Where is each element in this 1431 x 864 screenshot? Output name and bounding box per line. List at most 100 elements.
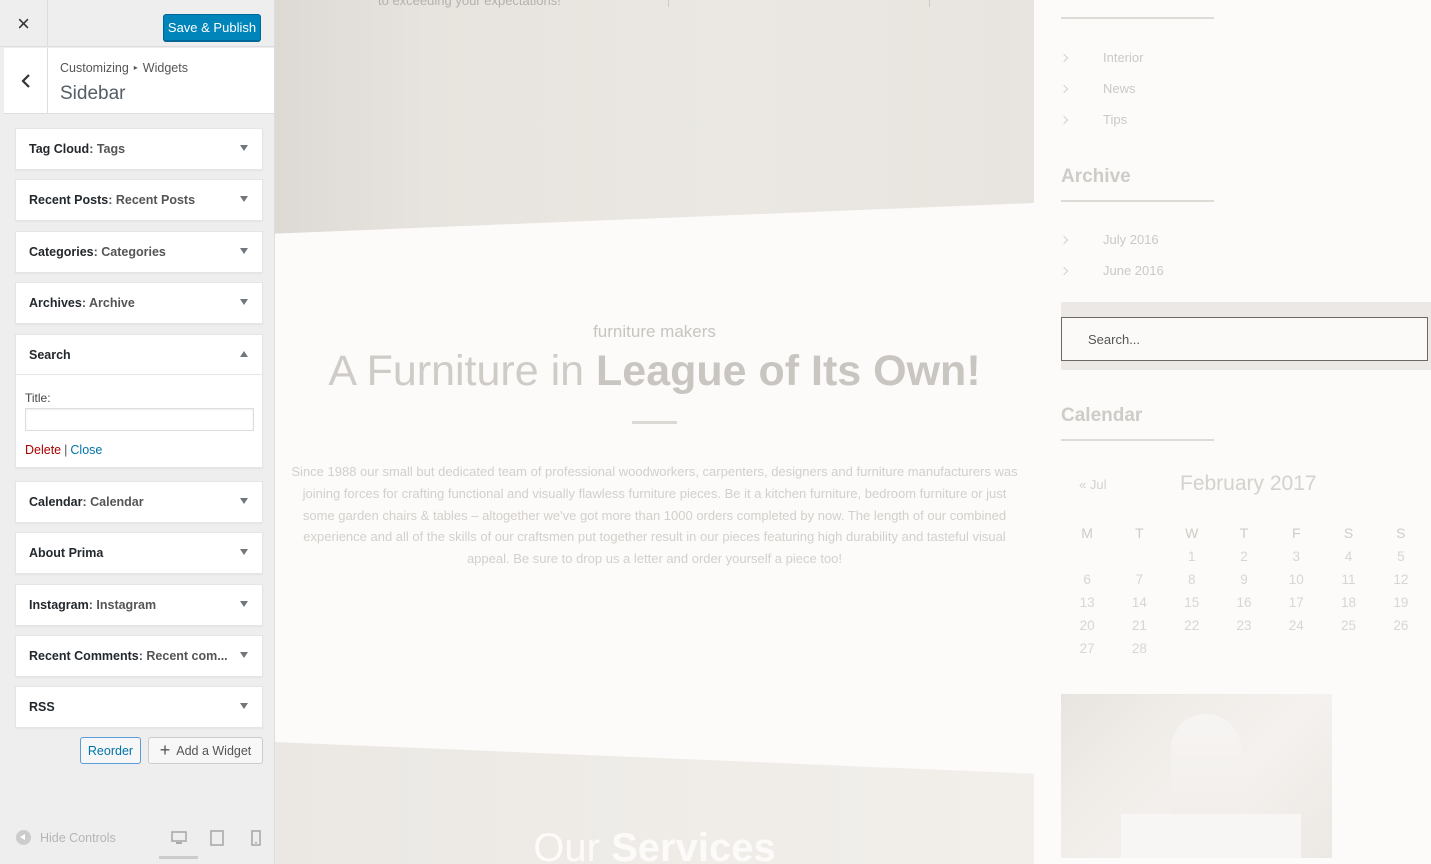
calendar-prev-link[interactable]: « Jul xyxy=(1079,477,1106,492)
save-publish-button[interactable]: Save & Publish xyxy=(163,14,261,41)
hero-background xyxy=(275,0,1034,234)
hide-controls-label: Hide Controls xyxy=(40,830,116,845)
section-pretitle: furniture makers xyxy=(593,322,716,341)
delete-link[interactable]: Delete xyxy=(25,443,61,457)
day xyxy=(1113,545,1165,568)
widget-instagram[interactable]: Instagram: Instagram xyxy=(15,584,263,626)
calendar-grid: M T W T F S S 12345 6 7 8 9 10 11 12 13 14 15 16 1… xyxy=(1061,520,1427,660)
day: 26 xyxy=(1393,618,1409,633)
day: 8 xyxy=(1187,572,1196,587)
chevron-right-icon xyxy=(1059,235,1069,244)
widget-header[interactable]: About Prima xyxy=(16,533,262,573)
day xyxy=(1061,545,1113,568)
widget-header[interactable]: Instagram: Instagram xyxy=(16,585,262,625)
widget-about-prima[interactable]: About Prima xyxy=(15,532,263,574)
chevron-right-icon xyxy=(1059,84,1069,93)
widget-calendar[interactable]: Calendar: Calendar xyxy=(15,481,263,523)
widget-search[interactable]: Search Title: Delete | Close xyxy=(15,334,263,468)
chevron-left-icon xyxy=(20,74,30,88)
week-row: 13 14 15 16 17 18 19 xyxy=(1061,591,1427,614)
back-button[interactable] xyxy=(4,48,48,114)
widget-type: About Prima xyxy=(29,546,104,560)
widget-header[interactable]: Calendar: Calendar xyxy=(16,482,262,522)
widget-header[interactable]: Categories: Categories xyxy=(16,232,262,272)
expand-arrow-icon[interactable] xyxy=(240,601,248,607)
archive-label: June 2016 xyxy=(1103,263,1164,278)
widget-title: : Archive xyxy=(81,296,135,310)
add-widget-button[interactable]: + Add a Widget xyxy=(148,737,263,764)
widget-type: Archives xyxy=(29,296,82,310)
mobile-preview-icon[interactable] xyxy=(248,830,264,846)
actions-separator: | xyxy=(64,443,68,457)
heading-divider xyxy=(1061,439,1214,441)
widget-header[interactable]: Tag Cloud: Tags xyxy=(16,129,262,169)
widget-title: : Tags xyxy=(89,142,126,156)
weekday: S xyxy=(1396,524,1406,541)
day xyxy=(1270,637,1322,660)
widget-title: : Categories xyxy=(93,245,166,259)
widget-header[interactable]: Archives: Archive xyxy=(16,283,262,323)
tablet-preview-icon[interactable] xyxy=(209,830,225,846)
site-search-input[interactable]: Search... xyxy=(1061,317,1428,361)
widget-recent-posts[interactable]: Recent Posts: Recent Posts xyxy=(15,179,263,221)
services-light: Our xyxy=(533,826,612,864)
add-widget-label: Add a Widget xyxy=(176,743,252,758)
intro-paragraph: Since 1988 our small but dedicated team … xyxy=(291,464,1018,567)
expand-arrow-icon[interactable] xyxy=(240,652,248,658)
day xyxy=(1218,637,1270,660)
expand-arrow-icon[interactable] xyxy=(240,703,248,709)
hide-controls-button[interactable]: Hide Controls xyxy=(16,830,116,845)
widget-tag-cloud[interactable]: Tag Cloud: Tags xyxy=(15,128,263,170)
weekday: T xyxy=(1135,524,1144,541)
close-customizer-button[interactable]: × xyxy=(0,0,48,47)
archive-link[interactable]: June 2016 xyxy=(1059,263,1164,278)
day: 5 xyxy=(1397,549,1405,564)
expand-arrow-icon[interactable] xyxy=(240,145,248,151)
expand-arrow-icon[interactable] xyxy=(240,248,248,254)
day: 28 xyxy=(1131,641,1147,656)
expand-arrow-icon[interactable] xyxy=(240,498,248,504)
widget-header[interactable]: RSS xyxy=(16,687,262,727)
heading-divider xyxy=(1061,200,1214,202)
customizer-header: × Save & Publish xyxy=(0,0,274,47)
expand-arrow-icon[interactable] xyxy=(240,196,248,202)
day: 6 xyxy=(1083,572,1091,587)
weekday: T xyxy=(1239,524,1249,541)
widget-header[interactable]: Recent Comments: Recent com... xyxy=(16,636,262,676)
calendar-month: February 2017 xyxy=(1180,472,1317,495)
panel-title: Sidebar xyxy=(60,83,126,104)
category-link[interactable]: Tips xyxy=(1059,112,1127,127)
week-row: 27 28 xyxy=(1061,637,1427,660)
archive-link[interactable]: July 2016 xyxy=(1059,232,1159,247)
expand-arrow-icon[interactable] xyxy=(240,299,248,305)
hero-tagline: to exceeding your expectations! xyxy=(378,0,561,8)
breadcrumb-root: Customizing xyxy=(60,61,129,75)
title-label: Title: xyxy=(25,391,51,405)
active-device-indicator xyxy=(159,856,198,859)
weekday: F xyxy=(1291,524,1301,541)
widget-archives[interactable]: Archives: Archive xyxy=(15,282,263,324)
desktop-preview-icon[interactable] xyxy=(171,830,187,846)
widget-title: : Recent com... xyxy=(138,649,228,663)
widget-header[interactable]: Search xyxy=(16,335,262,375)
title-input[interactable] xyxy=(25,408,254,431)
category-link[interactable]: Interior xyxy=(1059,50,1143,65)
day: 15 xyxy=(1184,595,1200,610)
widget-recent-comments[interactable]: Recent Comments: Recent com... xyxy=(15,635,263,677)
reorder-button[interactable]: Reorder xyxy=(80,737,141,764)
widget-form: Title: Delete | Close xyxy=(16,375,262,467)
category-label: News xyxy=(1103,81,1136,96)
widget-rss[interactable]: RSS xyxy=(15,686,263,728)
day: 17 xyxy=(1288,595,1304,610)
customizer-panel: × Save & Publish Customizing ▸ Widgets Sid… xyxy=(0,0,275,864)
expand-arrow-icon[interactable] xyxy=(240,549,248,555)
services-heading: Our Services xyxy=(275,826,1034,864)
day: 2 xyxy=(1240,549,1248,564)
close-link[interactable]: Close xyxy=(70,443,102,457)
services-bold: Services xyxy=(611,826,776,864)
widget-header[interactable]: Recent Posts: Recent Posts xyxy=(16,180,262,220)
close-icon: × xyxy=(17,10,30,36)
category-link[interactable]: News xyxy=(1059,81,1136,96)
widget-categories[interactable]: Categories: Categories xyxy=(15,231,263,273)
collapse-arrow-icon[interactable] xyxy=(240,351,248,357)
